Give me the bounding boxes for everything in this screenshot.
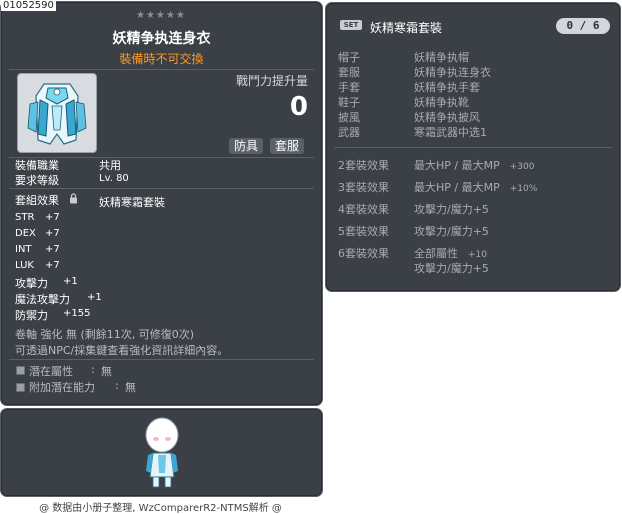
set-effect-line-value: +10% <box>509 184 538 194</box>
set-part-name: 寒霜武器中选1 <box>414 126 487 139</box>
set-effect-line-value: +10 <box>468 250 487 260</box>
level-value: Lv. 80 <box>99 173 129 184</box>
item-tooltip-panel: ★★★★★ 妖精争执连身衣 裝備時不可交換 戰鬥力提升量 0 防具 套服 裝備職… <box>0 1 323 406</box>
bonus-potential-colon: : <box>115 379 119 392</box>
job-value: 共用 <box>99 159 121 172</box>
set-part-slot: 手套 <box>338 81 360 94</box>
item-icon-frame <box>17 73 97 153</box>
footer-credit: @ 数据由小册子整理, WzComparerR2-NTMS解析 @ <box>39 503 282 514</box>
set-effect-label: 6套裝效果 <box>338 247 389 260</box>
item-id: 01052590 <box>1 0 56 11</box>
set-effect-label: 2套裝效果 <box>338 159 389 172</box>
set-effect-value: 妖精寒霜套裝 <box>99 196 165 209</box>
divider <box>9 69 314 70</box>
set-effect-line: 攻擊力/魔力+5 <box>414 203 489 216</box>
set-effect-label: 套組效果 <box>15 194 59 207</box>
bonus-potential-label: 附加潛在能力 <box>29 381 95 394</box>
job-label: 裝備職業 <box>15 159 59 172</box>
armor-suit-icon <box>27 83 87 145</box>
set-effect-line-value: +300 <box>509 162 535 172</box>
potential-bullet-icon <box>16 365 25 378</box>
potential-label: 潛在屬性 <box>29 365 73 378</box>
stat-value: +1 <box>63 276 78 287</box>
stat-name: LUK <box>15 260 34 271</box>
set-part-name: 妖精争执帽 <box>414 51 469 64</box>
lock-icon <box>69 193 78 207</box>
scroll-enhance-text: 卷軸 強化 無 (剩餘11次, 可修復0次) <box>15 328 195 341</box>
power-increase-label: 戰鬥力提升量 <box>235 74 308 88</box>
set-count-badge: 0 / 6 <box>556 18 610 34</box>
stat-name: INT <box>15 244 32 255</box>
divider <box>334 147 612 148</box>
potential-colon: : <box>91 363 95 376</box>
stat-name: 防禦力 <box>15 309 48 322</box>
enhance-info-text: 可透過NPC/採集鍵查看強化資訊詳細內容。 <box>15 344 229 357</box>
set-effect-line: 最大HP / 最大MP +10% <box>414 181 538 194</box>
set-part-slot: 武器 <box>338 126 360 139</box>
set-part-slot: 帽子 <box>338 51 360 64</box>
stat-value: +155 <box>63 308 91 319</box>
set-part-name: 妖精争执连身衣 <box>414 66 491 79</box>
set-name: 妖精寒霜套裝 <box>370 21 443 35</box>
potential-value: 無 <box>101 365 112 378</box>
character-avatar <box>145 417 179 488</box>
stat-name: DEX <box>15 228 36 239</box>
stat-value: +7 <box>45 228 60 239</box>
stat-name: STR <box>15 212 35 223</box>
bonus-potential-value: 無 <box>125 381 136 394</box>
stat-name: 攻擊力 <box>15 277 48 290</box>
set-effect-label: 3套裝效果 <box>338 181 389 194</box>
bonus-potential-bullet-icon <box>16 382 25 395</box>
tag-armor: 防具 <box>229 138 264 154</box>
set-part-name: 妖精争执靴 <box>414 96 469 109</box>
set-part-slot: 套服 <box>338 66 360 79</box>
level-label: 要求等級 <box>15 174 59 187</box>
set-effect-line: 攻擊力/魔力+5 <box>414 262 489 275</box>
stat-value: +7 <box>45 260 60 271</box>
stat-value: +7 <box>45 212 60 223</box>
divider <box>9 359 314 360</box>
set-part-slot: 披風 <box>338 111 360 124</box>
set-effect-label: 4套裝效果 <box>338 203 389 216</box>
set-effect-line: 全部屬性 +10 <box>414 247 487 260</box>
set-info-panel: SET 妖精寒霜套裝 0 / 6 帽子 妖精争执帽 套服 妖精争执连身衣 手套 … <box>325 2 621 292</box>
set-effect-line: 攻擊力/魔力+5 <box>414 225 489 238</box>
set-effect-line: 最大HP / 最大MP +300 <box>414 159 535 172</box>
set-part-slot: 鞋子 <box>338 96 360 109</box>
power-increase-value: 0 <box>289 92 308 122</box>
avatar-preview-panel <box>0 408 323 497</box>
divider <box>9 188 314 189</box>
tag-overall: 套服 <box>270 138 305 154</box>
set-effect-label: 5套裝效果 <box>338 225 389 238</box>
set-part-name: 妖精争执手套 <box>414 81 480 94</box>
set-part-name: 妖精争执披风 <box>414 111 480 124</box>
stat-value: +7 <box>45 244 60 255</box>
untradable-notice: 裝備時不可交換 <box>119 52 204 66</box>
star-rating: ★★★★★ <box>136 10 186 21</box>
stat-value: +1 <box>87 292 102 303</box>
item-title: 妖精争执连身衣 <box>112 31 211 47</box>
stat-name: 魔法攻擊力 <box>15 293 70 306</box>
set-icon: SET <box>340 20 362 30</box>
